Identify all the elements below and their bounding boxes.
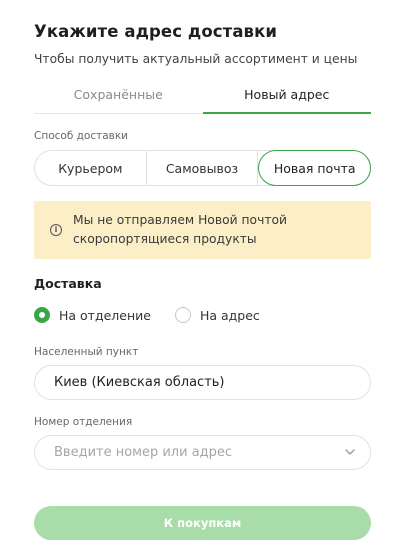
radio-to-address[interactable]: На адрес [174, 307, 260, 323]
notice-banner: i Мы не отправляем Новой почтой скоропор… [34, 201, 371, 259]
delivery-type-radios: На отделение На адрес [34, 307, 284, 323]
branch-label: Номер отделения [34, 416, 133, 428]
address-tabs: Сохранённые Новый адрес [34, 84, 371, 114]
option-courier[interactable]: Курьером [35, 151, 147, 185]
radio-to-branch-label: На отделение [59, 307, 151, 323]
city-label: Населенный пункт [34, 346, 139, 358]
option-nova-poshta[interactable]: Новая почта [258, 150, 372, 186]
radio-to-branch[interactable]: На отделение [34, 307, 151, 323]
chevron-down-icon [345, 449, 355, 455]
delivery-method-selector: Курьером Самовывоз Новая почта [34, 150, 372, 186]
branch-placeholder: Введите номер или адрес [54, 445, 233, 460]
page-title: Укажите адрес доставки [34, 22, 278, 41]
to-shopping-button[interactable]: К покупкам [34, 506, 371, 540]
tab-new-address[interactable]: Новый адрес [202, 84, 372, 114]
notice-line-1: Мы не отправляем Новой почтой [73, 213, 288, 227]
delivery-method-label: Способ доставки [34, 130, 128, 142]
notice-text: Мы не отправляем Новой почтой скоропортя… [73, 211, 287, 249]
radio-checked-icon [34, 307, 50, 323]
city-input[interactable]: Киев (Киевская область) [34, 365, 371, 400]
page-subtitle: Чтобы получить актуальный ассортимент и … [34, 52, 358, 66]
delivery-heading: Доставка [34, 276, 102, 291]
info-icon: i [50, 224, 62, 236]
radio-to-address-label: На адрес [199, 307, 260, 323]
option-pickup[interactable]: Самовывоз [147, 151, 259, 185]
notice-line-2: скоропортящиеся продукты [73, 232, 257, 246]
tab-saved[interactable]: Сохранённые [34, 84, 203, 113]
radio-unchecked-icon [174, 307, 191, 323]
branch-select[interactable]: Введите номер или адрес [34, 435, 371, 470]
